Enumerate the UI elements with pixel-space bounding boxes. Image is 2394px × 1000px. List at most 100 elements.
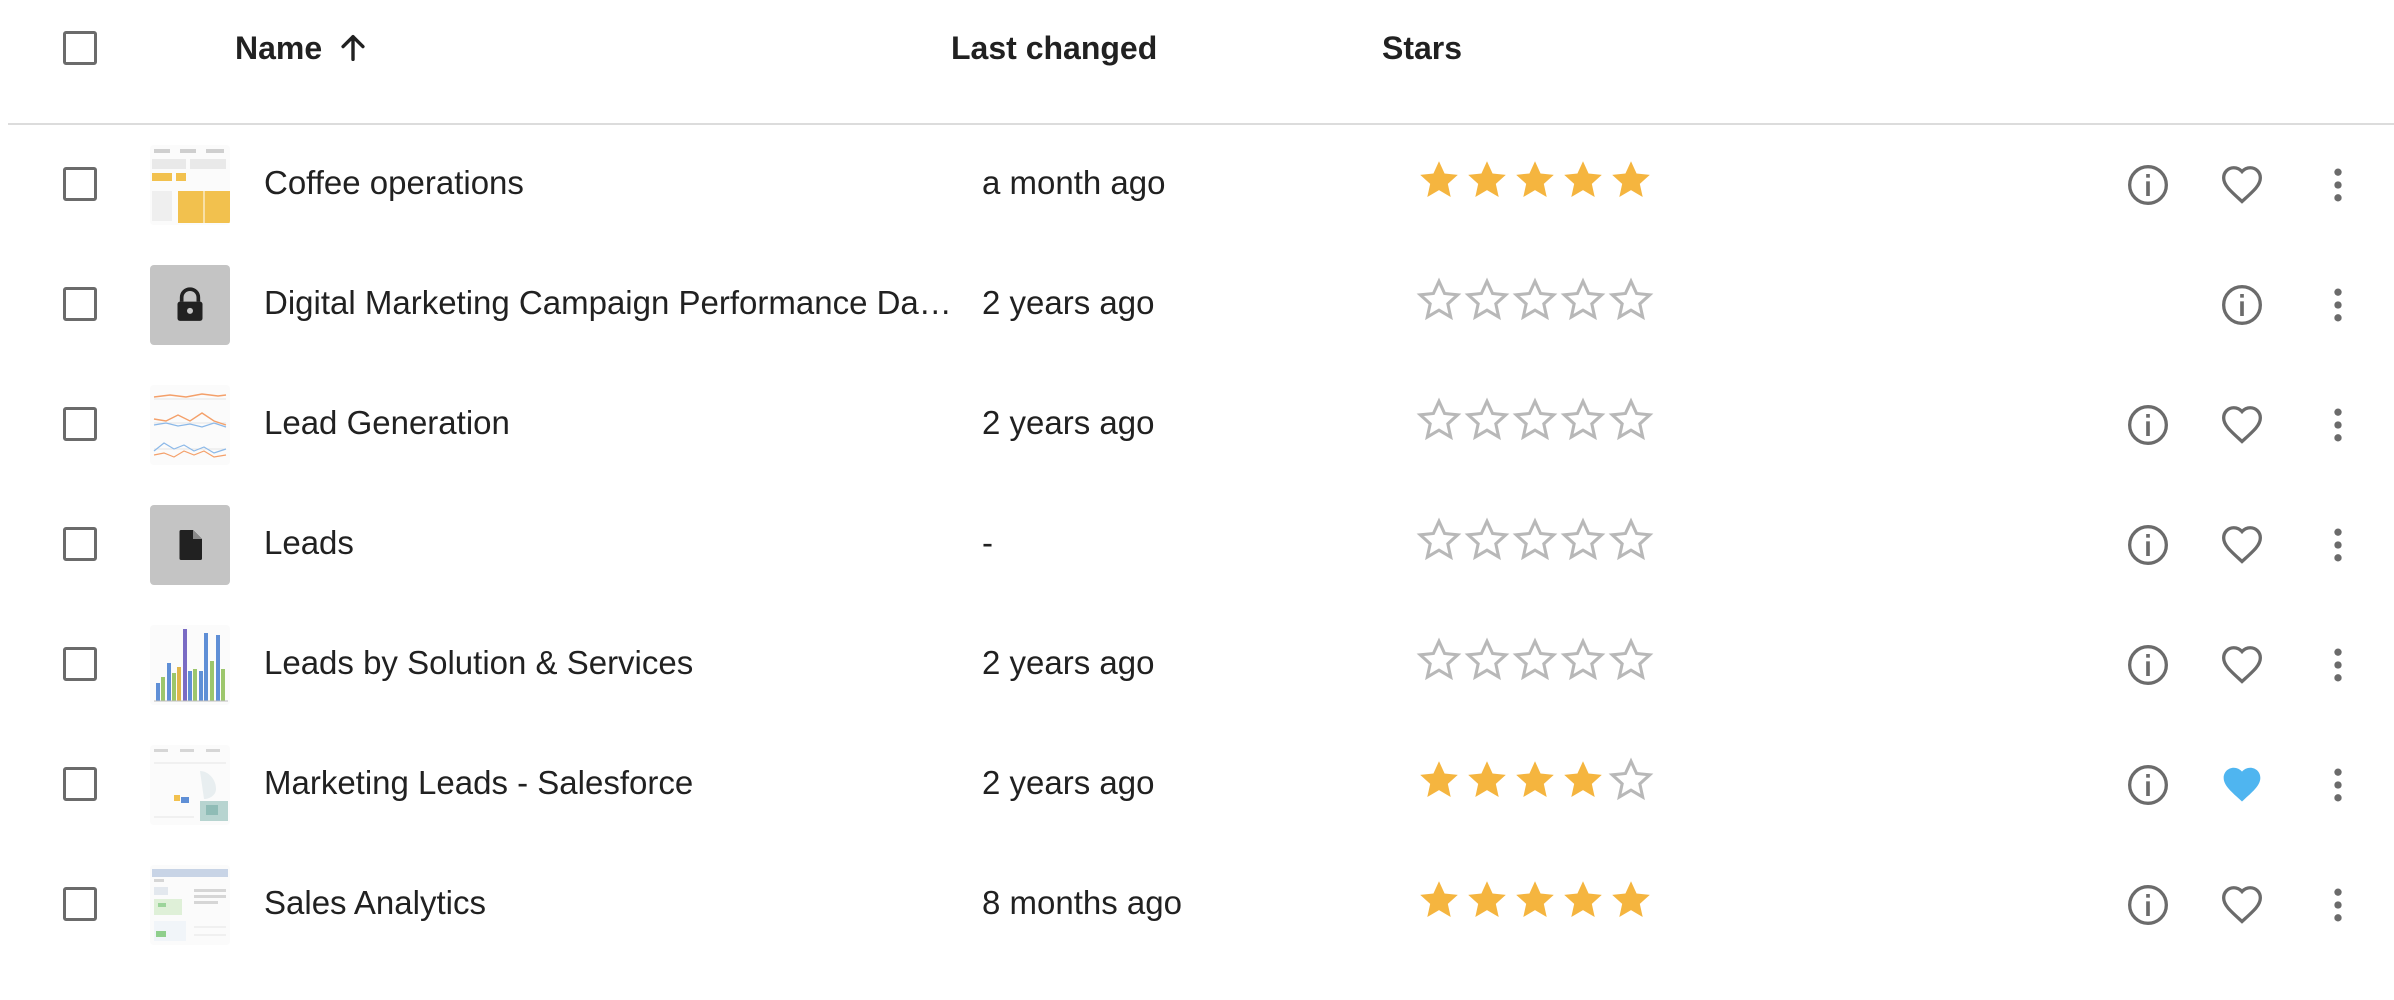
star-filled-icon[interactable] — [1560, 757, 1606, 803]
star-filled-icon[interactable] — [1608, 877, 1654, 923]
star-filled-icon[interactable] — [1560, 877, 1606, 923]
info-icon — [2222, 285, 2262, 325]
favorite-button[interactable] — [2216, 879, 2268, 931]
star-outline-icon[interactable] — [1560, 517, 1606, 563]
info-button[interactable] — [2122, 879, 2174, 931]
star-outline-icon[interactable] — [1464, 397, 1510, 443]
favorite-button[interactable] — [2216, 399, 2268, 451]
item-name[interactable]: Coffee operations — [264, 163, 964, 203]
table-row[interactable]: Digital Marketing Campaign Performance D… — [0, 243, 2394, 363]
dashboard-thumbnail[interactable] — [150, 865, 230, 945]
table-row[interactable]: Marketing Leads - Salesforce 2 years ago — [0, 723, 2394, 843]
last-changed-column-label: Last changed — [951, 29, 1158, 66]
info-button[interactable] — [2122, 639, 2174, 691]
star-outline-icon[interactable] — [1512, 277, 1558, 323]
item-name[interactable]: Sales Analytics — [264, 883, 964, 923]
star-rating[interactable] — [1416, 757, 1656, 803]
star-filled-icon[interactable] — [1416, 877, 1462, 923]
table-row[interactable]: Lead Generation 2 years ago — [0, 363, 2394, 483]
favorite-button[interactable] — [2216, 159, 2268, 211]
favorite-button[interactable] — [2216, 519, 2268, 571]
star-rating[interactable] — [1416, 397, 1656, 443]
table-row[interactable]: Leads - — [0, 483, 2394, 603]
row-checkbox[interactable] — [63, 527, 97, 561]
star-outline-icon[interactable] — [1512, 637, 1558, 683]
star-outline-icon[interactable] — [1608, 517, 1654, 563]
star-outline-icon[interactable] — [1512, 517, 1558, 563]
table-row[interactable]: Coffee operations a month ago — [0, 123, 2394, 243]
star-rating[interactable] — [1416, 517, 1656, 563]
heart-outline-icon — [2222, 886, 2262, 924]
row-checkbox[interactable] — [63, 647, 97, 681]
bar-chart-thumbnail[interactable] — [150, 625, 230, 705]
more-options-button[interactable] — [2312, 279, 2364, 331]
star-outline-icon[interactable] — [1560, 637, 1606, 683]
name-column-header[interactable]: Name — [235, 28, 370, 68]
item-name[interactable]: Leads — [264, 523, 964, 563]
star-outline-icon[interactable] — [1512, 397, 1558, 443]
favorite-button[interactable] — [2216, 759, 2268, 811]
dashboard-thumbnail[interactable] — [150, 745, 230, 825]
star-outline-icon[interactable] — [1608, 757, 1654, 803]
star-filled-icon[interactable] — [1560, 157, 1606, 203]
item-name[interactable]: Leads by Solution & Services — [264, 643, 964, 683]
dashboard-thumbnail[interactable] — [150, 145, 230, 225]
row-checkbox[interactable] — [63, 287, 97, 321]
star-outline-icon[interactable] — [1464, 517, 1510, 563]
star-filled-icon[interactable] — [1512, 877, 1558, 923]
heart-filled-icon — [2223, 767, 2261, 802]
star-outline-icon[interactable] — [1416, 517, 1462, 563]
document-thumbnail[interactable] — [150, 505, 230, 585]
more-vertical-icon — [2334, 528, 2342, 562]
row-checkbox[interactable] — [63, 887, 97, 921]
star-filled-icon[interactable] — [1512, 157, 1558, 203]
table-row[interactable]: Leads by Solution & Services 2 years ago — [0, 603, 2394, 723]
star-outline-icon[interactable] — [1608, 397, 1654, 443]
table-header: Name Last changed Stars — [8, 0, 2394, 125]
info-button[interactable] — [2122, 159, 2174, 211]
favorite-button[interactable] — [2216, 639, 2268, 691]
item-name[interactable]: Marketing Leads - Salesforce — [264, 763, 964, 803]
more-options-button[interactable] — [2312, 879, 2364, 931]
star-rating[interactable] — [1416, 157, 1656, 203]
star-filled-icon[interactable] — [1416, 157, 1462, 203]
more-options-button[interactable] — [2312, 759, 2364, 811]
item-name[interactable]: Lead Generation — [264, 403, 964, 443]
star-filled-icon[interactable] — [1464, 877, 1510, 923]
last-changed-column-header[interactable]: Last changed — [951, 28, 1157, 68]
star-outline-icon[interactable] — [1464, 637, 1510, 683]
select-all-checkbox[interactable] — [63, 31, 97, 65]
star-rating[interactable] — [1416, 637, 1656, 683]
star-outline-icon[interactable] — [1416, 277, 1462, 323]
star-outline-icon[interactable] — [1608, 277, 1654, 323]
star-filled-icon[interactable] — [1464, 157, 1510, 203]
stars-column-header[interactable]: Stars — [1382, 28, 1462, 68]
star-filled-icon[interactable] — [1608, 157, 1654, 203]
star-filled-icon[interactable] — [1464, 757, 1510, 803]
star-outline-icon[interactable] — [1416, 397, 1462, 443]
row-checkbox[interactable] — [63, 407, 97, 441]
info-button[interactable] — [2122, 519, 2174, 571]
lock-thumbnail[interactable] — [150, 265, 230, 345]
row-checkbox[interactable] — [63, 167, 97, 201]
more-options-button[interactable] — [2312, 519, 2364, 571]
star-outline-icon[interactable] — [1464, 277, 1510, 323]
star-rating[interactable] — [1416, 277, 1656, 323]
info-button[interactable] — [2216, 279, 2268, 331]
star-filled-icon[interactable] — [1512, 757, 1558, 803]
dashboard-thumbnail[interactable] — [150, 385, 230, 465]
star-filled-icon[interactable] — [1416, 757, 1462, 803]
star-outline-icon[interactable] — [1560, 397, 1606, 443]
more-options-button[interactable] — [2312, 639, 2364, 691]
item-name[interactable]: Digital Marketing Campaign Performance D… — [264, 283, 964, 323]
star-outline-icon[interactable] — [1560, 277, 1606, 323]
table-row[interactable]: Sales Analytics 8 months ago — [0, 843, 2394, 963]
info-button[interactable] — [2122, 759, 2174, 811]
more-options-button[interactable] — [2312, 399, 2364, 451]
row-checkbox[interactable] — [63, 767, 97, 801]
info-button[interactable] — [2122, 399, 2174, 451]
star-rating[interactable] — [1416, 877, 1656, 923]
star-outline-icon[interactable] — [1416, 637, 1462, 683]
star-outline-icon[interactable] — [1608, 637, 1654, 683]
more-options-button[interactable] — [2312, 159, 2364, 211]
